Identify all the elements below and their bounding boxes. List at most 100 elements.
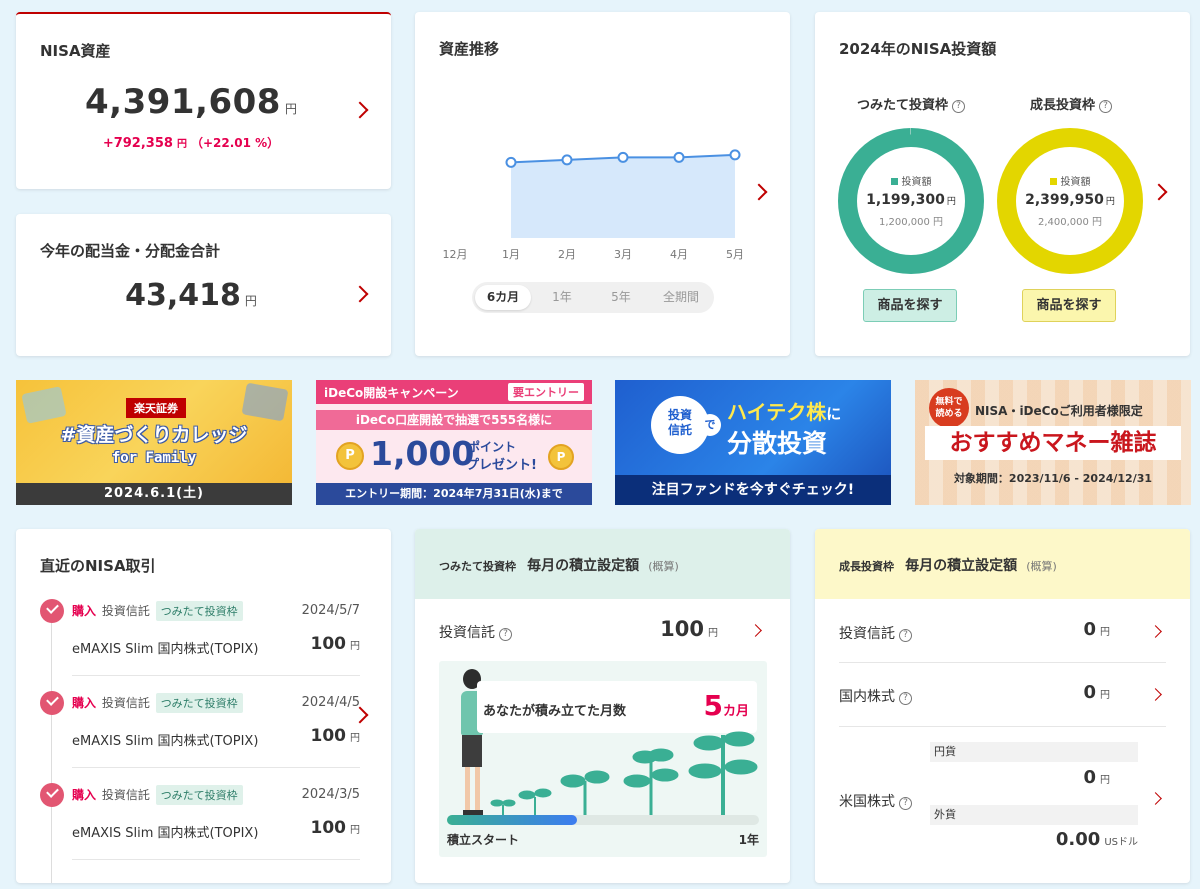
growth-row-fund[interactable]: 投資信託?: [839, 623, 912, 643]
trade-fund: eMAXIS Slim 国内株式(TOPIX): [72, 734, 259, 749]
trade-item: 購入 投資信託 つみたて投資枠 2024/3/5 eMAXIS Slim 国内株…: [40, 783, 360, 873]
nisa-assets-gain: +792,358: [102, 136, 173, 151]
progress-fill: [447, 815, 577, 825]
banner-line: iDeCo口座開設で抽選で555名様に: [316, 410, 592, 430]
banner-big-number: 1,000: [370, 434, 475, 473]
help-icon[interactable]: ?: [899, 629, 912, 642]
amount-value: 100: [660, 617, 704, 641]
help-icon[interactable]: ?: [499, 628, 512, 641]
dividends-card[interactable]: 今年の配当金・分配金合計 43,418 円: [16, 214, 391, 356]
banner-subtitle: 分散投資: [727, 429, 828, 458]
x-tick-label: 2月: [558, 248, 576, 261]
recent-trades-card[interactable]: 直近のNISA取引 購入 投資信託 つみたて投資枠 2024/5/7 eMAXI…: [16, 529, 391, 883]
trade-tag: つみたて投資枠: [155, 601, 243, 621]
tsumitate-find-products-button[interactable]: 商品を探す: [863, 289, 957, 322]
help-icon[interactable]: ?: [899, 692, 912, 705]
x-tick-label: 12月: [443, 248, 468, 261]
trade-meta: 購入 投資信託 つみたて投資枠: [72, 601, 243, 621]
growth-monthly-heading: 成長投資枠 毎月の積立設定額 (概算): [839, 555, 1057, 575]
banner-title: おすすめマネー雑誌: [925, 426, 1181, 460]
hitech-fund-banner[interactable]: 投資 信託 で ハイテク株に 分散投資 注目ファンドを今すぐチェック!: [615, 380, 891, 505]
growth-find-products-button[interactable]: 商品を探す: [1022, 289, 1116, 322]
sprouts-illustration: [490, 731, 758, 819]
progress-start-label: 積立スタート: [447, 833, 520, 847]
growth-donut: 投資額 2,399,950 円 2,400,000 円: [997, 128, 1143, 274]
nisa-assets-title: NISA資産: [40, 42, 111, 60]
period-tab-all[interactable]: 全期間: [652, 285, 710, 310]
amount-value: 0: [1083, 619, 1096, 640]
banner-title: ハイテク株に: [727, 400, 842, 424]
chevron-right-icon[interactable]: [749, 624, 762, 637]
help-icon[interactable]: ?: [952, 100, 965, 113]
timeline-line: [51, 613, 52, 883]
x-tick-label: 4月: [670, 248, 688, 261]
tsumitate-monthly-card[interactable]: つみたて投資枠 毎月の積立設定額 (概算) 投資信託? 100 円 あなたが積み立…: [415, 529, 790, 883]
tsumitate-donut: 投資額 1,199,300 円 1,200,000 円: [838, 128, 984, 274]
trade-action: 購入: [72, 696, 97, 710]
growth-row-jp-stock[interactable]: 国内株式?: [839, 686, 912, 706]
asset-trend-card[interactable]: 資産推移 12月 1月 2月 3月 4月 5月 6カ月 1年 5年 全期間: [415, 12, 790, 356]
header-note: (概算): [648, 560, 679, 573]
help-icon[interactable]: ?: [899, 797, 912, 810]
banner-circle-small: で: [699, 414, 721, 436]
banner-period: エントリー期間：2024年7月31日(水)まで: [316, 483, 592, 505]
amount-value: 0.00: [1055, 829, 1101, 850]
banner-header-text: iDeCo開設キャンペーン: [324, 386, 459, 400]
chevron-right-icon[interactable]: [1150, 183, 1168, 201]
x-tick-label: 3月: [614, 248, 632, 261]
growth-amount-row: 2,399,950 円: [1016, 192, 1124, 208]
rakuten-college-banner[interactable]: 楽天証券 #資産づくりカレッジ for Family 2024.6.1(土): [16, 380, 292, 505]
fx-label-box: 外貨: [930, 805, 1138, 825]
dividends-amount: 43,418: [125, 278, 241, 313]
yen-unit: 円: [708, 628, 718, 639]
check-circle-icon: [40, 599, 64, 623]
ideco-campaign-banner[interactable]: iDeCo開設キャンペーン 要エントリー iDeCo口座開設で抽選で555名様に…: [316, 380, 592, 505]
chart-point: [561, 154, 573, 166]
help-icon[interactable]: ?: [1099, 100, 1112, 113]
chevron-right-icon[interactable]: [1149, 792, 1162, 805]
chevron-right-icon[interactable]: [1149, 625, 1162, 638]
check-circle-icon: [40, 783, 64, 807]
period-tab-1y[interactable]: 1年: [534, 285, 590, 310]
trade-tag: つみたて投資枠: [155, 693, 243, 713]
trade-date: 2024/3/5: [301, 787, 360, 802]
growth-monthly-card[interactable]: 成長投資枠 毎月の積立設定額 (概算) 投資信託? 0円 国内株式? 0円 米国…: [815, 529, 1190, 883]
trade-item: 購入 投資信託 つみたて投資枠 2024/5/7 eMAXIS Slim 国内株…: [40, 599, 361, 689]
banner-subtitle: for Family: [111, 450, 197, 466]
banner-period: 対象期間：2023/11/6 - 2024/12/31: [953, 472, 1153, 485]
banner-title: #資産づくりカレッジ: [60, 424, 248, 446]
yen-unit: 円: [1100, 627, 1110, 638]
donut-legend: 投資額: [1016, 173, 1124, 188]
dividends-amount-row: 43,418 円: [16, 278, 366, 313]
dividends-title: 今年の配当金・分配金合計: [40, 242, 221, 260]
money-magazine-banner[interactable]: 無料で 読める NISA・iDeCoご利用者様限定 おすすめマネー雑誌 対象期間…: [915, 380, 1191, 505]
chevron-right-icon[interactable]: [1149, 688, 1162, 701]
yen-unit: 円: [176, 139, 187, 150]
header-title: 毎月の積立設定額: [527, 558, 640, 574]
trade-amount-row: 100 円: [311, 634, 361, 654]
nisa-investment-title: 2024年のNISA投資額: [839, 40, 997, 58]
tsumitate-monthly-heading: つみたて投資枠 毎月の積立設定額 (概算): [439, 555, 679, 575]
us-jpy-amount: 0円: [1083, 767, 1110, 788]
banner-line: NISA・iDeCoご利用者様限定: [975, 404, 1143, 418]
period-tab-label: 5年: [611, 290, 631, 304]
yen-unit: 円: [1100, 775, 1110, 786]
trade-amount-row: 100 円: [311, 726, 361, 746]
divider: [72, 767, 360, 768]
period-tab-5y[interactable]: 5年: [593, 285, 649, 310]
divider: [839, 662, 1166, 663]
tsumitate-label: つみたて投資枠?: [837, 94, 985, 113]
tsumitate-limit: 1,200,000 円: [878, 217, 944, 228]
yen-unit: 円: [1100, 690, 1110, 701]
growth-row-us-stock[interactable]: 米国株式?: [839, 791, 912, 811]
tsumitate-amount: 1,199,300: [866, 192, 945, 208]
coin-icon: P: [336, 442, 364, 470]
recent-trades-title: 直近のNISA取引: [40, 557, 156, 575]
chart-point: [673, 151, 685, 163]
nisa-investment-card[interactable]: 2024年のNISA投資額 つみたて投資枠? 投資額 1,199,300 円 1,…: [815, 12, 1190, 356]
period-tab-6m[interactable]: 6カ月: [475, 285, 531, 310]
nisa-assets-card[interactable]: NISA資産 4,391,608 円 +792,358 円（+22.01 %）: [16, 12, 391, 189]
divider: [839, 726, 1166, 727]
period-tab-label: 1年: [552, 290, 572, 304]
growth-amount: 2,399,950: [1025, 192, 1104, 208]
